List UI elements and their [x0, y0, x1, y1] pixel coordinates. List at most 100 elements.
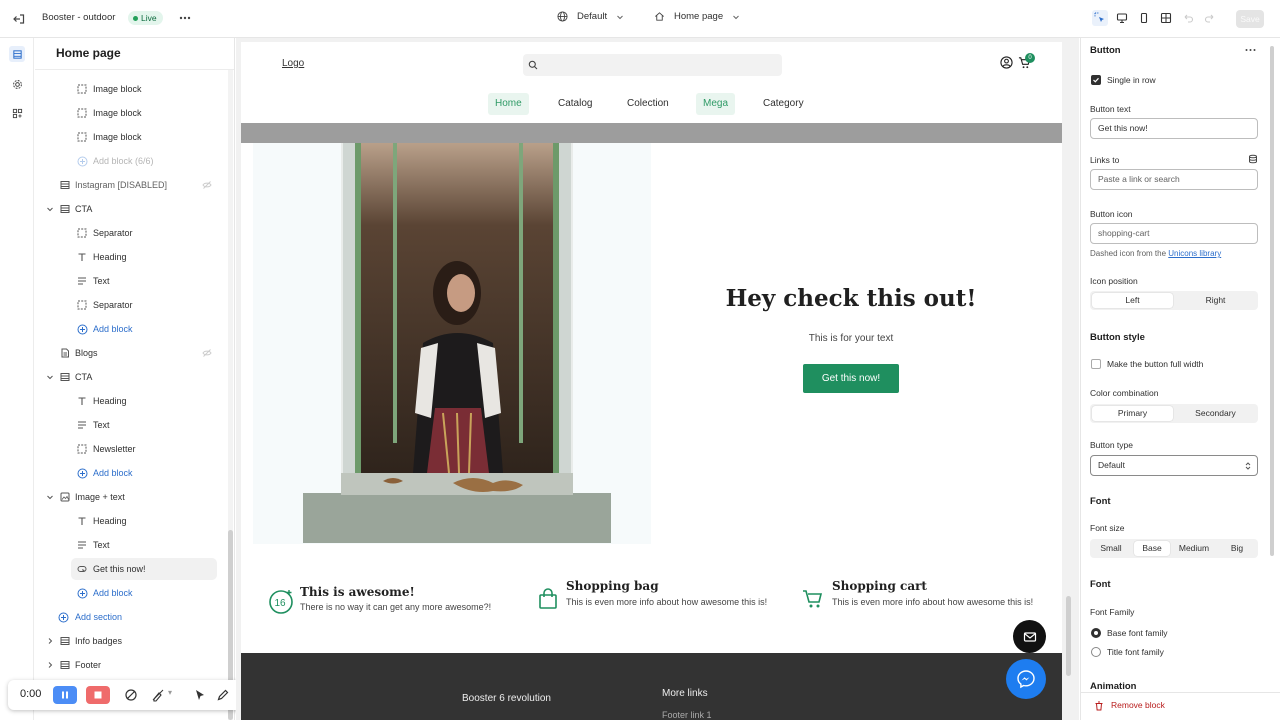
- preview-scrollbar[interactable]: [1065, 38, 1073, 720]
- add-button-add-section[interactable]: Add section: [35, 606, 225, 628]
- unicons-link[interactable]: Unicons library: [1168, 249, 1221, 258]
- add-button-add-block[interactable]: Add block: [35, 462, 225, 484]
- font-size-label: Font size: [1090, 523, 1125, 533]
- animation-heading: Animation: [1090, 681, 1137, 692]
- settings-gear-icon[interactable]: [9, 76, 25, 92]
- sidebar-item-text[interactable]: Text: [35, 270, 225, 292]
- store-search-input[interactable]: [523, 54, 782, 76]
- theme-selector[interactable]: Default: [557, 11, 624, 22]
- sections-icon[interactable]: [9, 46, 25, 62]
- panel-scrollbar[interactable]: [1269, 38, 1275, 720]
- sidebar-item-heading[interactable]: Heading: [35, 390, 225, 412]
- single-in-row-checkbox[interactable]: [1091, 75, 1101, 85]
- sidebar-item-label: Text: [93, 420, 110, 430]
- sidebar-item-blogs[interactable]: Blogs: [35, 342, 225, 364]
- font-size-medium[interactable]: Medium: [1174, 541, 1214, 556]
- chevron-down-icon[interactable]: [45, 372, 55, 382]
- footer-link[interactable]: Footer link 1: [662, 710, 712, 720]
- nav-mega[interactable]: Mega: [696, 93, 736, 115]
- stop-button[interactable]: [86, 686, 110, 704]
- sidebar-item-image-text[interactable]: Image + text: [35, 486, 225, 508]
- messenger-button[interactable]: [1006, 659, 1046, 699]
- font-size-small[interactable]: Small: [1092, 541, 1130, 556]
- color-combo-secondary[interactable]: Secondary: [1175, 406, 1256, 421]
- highlight-icon[interactable]: [151, 688, 165, 702]
- nav-colection[interactable]: Colection: [620, 93, 676, 115]
- nav-category[interactable]: Category: [756, 93, 811, 115]
- hidden-eye-icon[interactable]: [202, 348, 212, 358]
- store-logo[interactable]: Logo: [282, 58, 304, 69]
- database-icon[interactable]: [1248, 154, 1258, 164]
- nav-home[interactable]: Home: [488, 93, 529, 115]
- redo-icon[interactable]: [1202, 10, 1218, 26]
- sidebar-item-footer[interactable]: Footer: [35, 654, 225, 676]
- color-combo-primary[interactable]: Primary: [1092, 406, 1173, 421]
- exit-icon[interactable]: [12, 12, 26, 26]
- single-in-row-label: Single in row: [1107, 75, 1156, 85]
- sidebar-item-get-this-now[interactable]: Get this now!: [71, 558, 217, 580]
- chevron-right-icon[interactable]: [45, 660, 55, 670]
- page-selector[interactable]: Home page: [654, 11, 740, 22]
- hidden-eye-icon[interactable]: [202, 180, 212, 190]
- sidebar-item-newsletter[interactable]: Newsletter: [35, 438, 225, 460]
- pointer-icon[interactable]: [193, 688, 207, 702]
- more-icon[interactable]: [178, 11, 192, 25]
- remove-block-button[interactable]: Remove block: [1111, 700, 1165, 710]
- account-icon[interactable]: [1000, 56, 1013, 69]
- full-width-checkbox[interactable]: [1091, 359, 1101, 369]
- desktop-icon[interactable]: [1114, 10, 1130, 26]
- sidebar-item-heading[interactable]: Heading: [35, 246, 225, 268]
- font-family-title-radio[interactable]: [1091, 647, 1101, 657]
- sidebar-item-separator[interactable]: Separator: [35, 294, 225, 316]
- undo-icon[interactable]: [1180, 10, 1196, 26]
- font-size-base[interactable]: Base: [1134, 541, 1170, 556]
- sidebar-item-image-block[interactable]: Image block: [35, 126, 225, 148]
- button-text-field[interactable]: Get this now!: [1090, 118, 1258, 139]
- pen-icon[interactable]: [216, 688, 230, 702]
- mail-button[interactable]: [1013, 620, 1046, 653]
- inspector-icon[interactable]: [1092, 10, 1108, 26]
- sections-sidebar: Home page ▲ Image blockImage blockImage …: [35, 38, 235, 720]
- chevron-right-icon[interactable]: [45, 636, 55, 646]
- fullscreen-icon[interactable]: [1158, 10, 1174, 26]
- add-button-add-block[interactable]: Add block: [35, 582, 225, 604]
- save-button[interactable]: Save: [1236, 10, 1264, 28]
- sidebar-item-text[interactable]: Text: [35, 534, 225, 556]
- sidebar-item-info-badges[interactable]: Info badges: [35, 630, 225, 652]
- store-name: Booster - outdoor: [42, 12, 116, 23]
- chevron-down-icon[interactable]: [45, 492, 55, 502]
- sidebar-item-label: Get this now!: [93, 564, 146, 574]
- sidebar-item-instagram-disabled[interactable]: Instagram [DISABLED]: [35, 174, 225, 196]
- chevron-down-icon[interactable]: [45, 204, 55, 214]
- sidebar-item-cta[interactable]: CTA: [35, 366, 225, 388]
- sidebar-item-cta[interactable]: CTA: [35, 198, 225, 220]
- sidebar-item-text[interactable]: Text: [35, 414, 225, 436]
- add-button-add-block[interactable]: Add block: [35, 318, 225, 340]
- icon-position-right[interactable]: Right: [1175, 293, 1256, 308]
- pause-button[interactable]: [53, 686, 77, 704]
- icon-position-left[interactable]: Left: [1092, 293, 1173, 308]
- button-icon-field[interactable]: shopping-cart: [1090, 223, 1258, 244]
- cta-button[interactable]: Get this now!: [803, 364, 899, 393]
- sidebar-item-image-block[interactable]: Image block: [35, 78, 225, 100]
- mobile-icon[interactable]: [1136, 10, 1152, 26]
- sidebar-scrollbar[interactable]: [228, 70, 233, 720]
- button-type-select[interactable]: Default: [1090, 455, 1258, 476]
- sidebar-item-heading[interactable]: Heading: [35, 510, 225, 532]
- add-button-add-block-6-6[interactable]: Add block (6/6): [35, 150, 225, 172]
- sidebar-item-separator[interactable]: Separator: [35, 222, 225, 244]
- sidebar-item-image-block[interactable]: Image block: [35, 102, 225, 124]
- apps-icon[interactable]: [9, 105, 25, 121]
- font-size-big[interactable]: Big: [1218, 541, 1256, 556]
- annotate-off-icon[interactable]: [124, 688, 138, 702]
- more-icon[interactable]: [1245, 47, 1256, 53]
- preview-scroll-thumb[interactable]: [1066, 596, 1071, 676]
- nav-catalog[interactable]: Catalog: [551, 93, 599, 115]
- info-badge-text: There is no way it can get any more awes…: [300, 602, 492, 612]
- panel-scroll-thumb[interactable]: [1270, 46, 1274, 556]
- links-to-field[interactable]: Paste a link or search: [1090, 169, 1258, 190]
- chevron-down-icon[interactable]: ▾: [168, 688, 176, 702]
- trash-icon[interactable]: [1094, 701, 1104, 711]
- hero-image[interactable]: [303, 143, 611, 543]
- font-family-base-radio[interactable]: [1091, 628, 1101, 638]
